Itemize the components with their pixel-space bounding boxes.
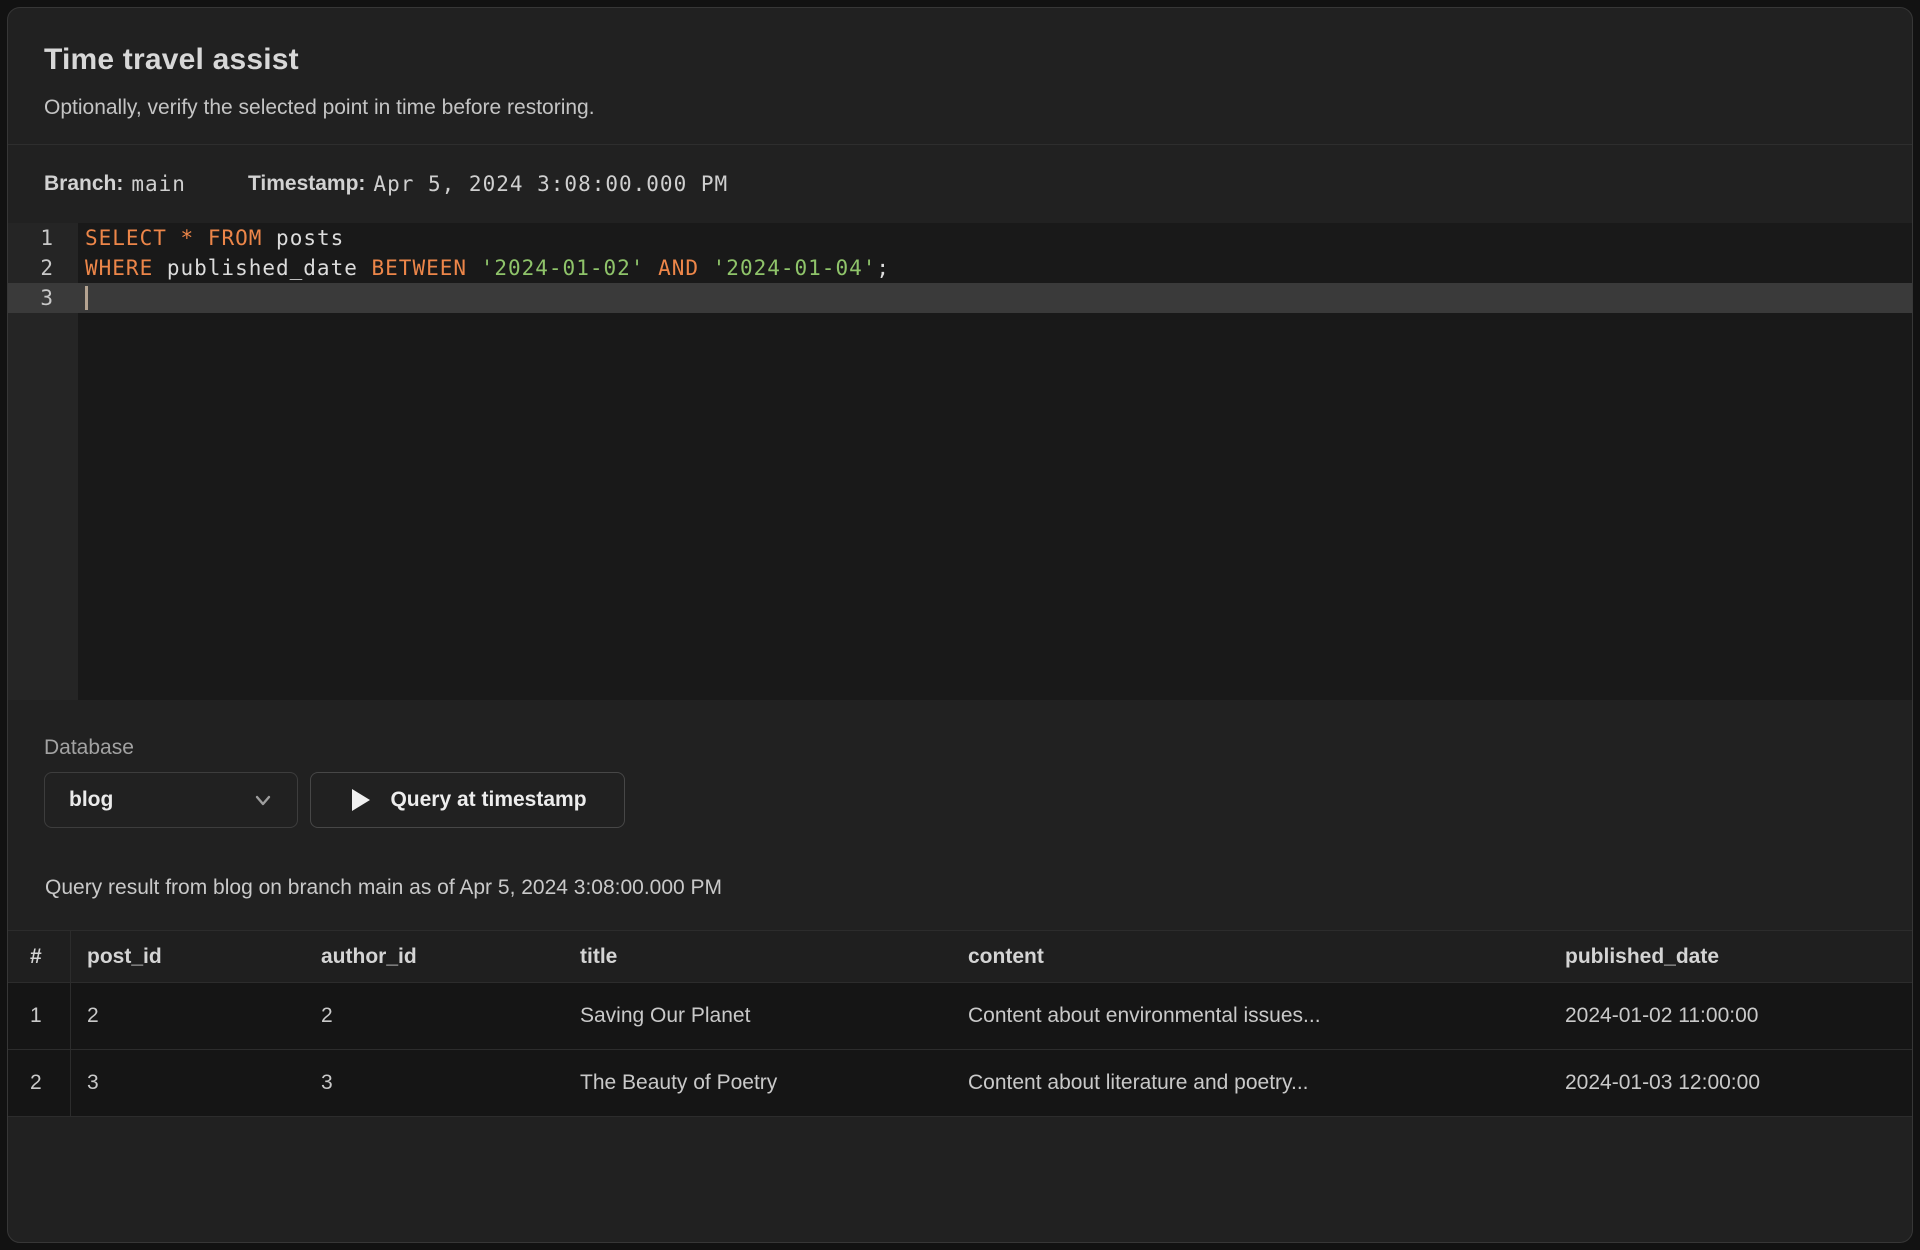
code-line[interactable]: WHERE published_date BETWEEN '2024-01-02…	[78, 253, 1912, 283]
database-label: Database	[44, 736, 1912, 760]
table-cell: 2	[8, 1050, 71, 1116]
column-header: #	[8, 931, 71, 982]
play-icon	[348, 787, 372, 813]
sql-token-keyword: WHERE	[85, 256, 153, 280]
sql-token-plain: posts	[262, 226, 344, 250]
editor-line[interactable]: 2WHERE published_date BETWEEN '2024-01-0…	[8, 253, 1912, 283]
code-line[interactable]: SELECT * FROM posts	[78, 223, 1912, 253]
query-at-timestamp-button[interactable]: Query at timestamp	[310, 772, 625, 828]
panel-header: Time travel assist Optionally, verify th…	[8, 8, 1912, 120]
table-cell: Saving Our Planet	[564, 1004, 952, 1028]
table-cell: 2024-01-03 12:00:00	[1549, 1071, 1912, 1095]
page-subtitle: Optionally, verify the selected point in…	[44, 96, 1876, 120]
table-body: 122Saving Our PlanetContent about enviro…	[8, 983, 1912, 1117]
editor-gutter	[8, 313, 78, 700]
editor-lines: 1SELECT * FROM posts2WHERE published_dat…	[8, 223, 1912, 313]
sql-token-plain	[699, 256, 713, 280]
line-number: 2	[8, 253, 78, 283]
sql-token-keyword: BETWEEN	[372, 256, 468, 280]
table-row: 122Saving Our PlanetContent about enviro…	[8, 983, 1912, 1050]
table-cell: The Beauty of Poetry	[564, 1071, 952, 1095]
text-cursor	[85, 286, 88, 310]
result-table: #post_idauthor_idtitlecontentpublished_d…	[8, 930, 1912, 1117]
table-cell: 2	[305, 1004, 564, 1028]
sql-token-keyword: SELECT	[85, 226, 167, 250]
column-header: author_id	[305, 945, 564, 969]
table-cell: 2	[71, 1004, 305, 1028]
sql-token-plain: published_date	[153, 256, 371, 280]
database-select[interactable]: blog	[44, 772, 298, 828]
branch-group: Branch: main	[44, 172, 186, 196]
table-cell: 2024-01-02 11:00:00	[1549, 1004, 1912, 1028]
editor-empty-area[interactable]	[8, 313, 1912, 700]
query-button-label: Query at timestamp	[390, 788, 586, 812]
table-row: 233The Beauty of PoetryContent about lit…	[8, 1050, 1912, 1117]
editor-line[interactable]: 1SELECT * FROM posts	[8, 223, 1912, 253]
column-header: post_id	[71, 945, 305, 969]
sql-token-plain	[167, 226, 181, 250]
database-select-value: blog	[69, 788, 253, 812]
sql-token-keyword: FROM	[208, 226, 263, 250]
editor-body[interactable]	[78, 313, 1912, 700]
sql-token-string: '2024-01-04'	[713, 256, 877, 280]
table-cell: 3	[71, 1071, 305, 1095]
table-cell: 3	[305, 1071, 564, 1095]
editor-line[interactable]: 3	[8, 283, 1912, 313]
table-cell: Content about literature and poetry...	[952, 1071, 1549, 1095]
timestamp-group: Timestamp: Apr 5, 2024 3:08:00.000 PM	[248, 172, 728, 196]
query-result-caption: Query result from blog on branch main as…	[8, 876, 1912, 900]
query-controls: blog Query at timestamp	[44, 772, 1912, 828]
table-cell: 1	[8, 983, 71, 1049]
line-number: 1	[8, 223, 78, 253]
sql-token-keyword: *	[181, 226, 195, 250]
branch-value: main	[131, 172, 186, 196]
sql-token-plain	[644, 256, 658, 280]
sql-token-keyword: AND	[658, 256, 699, 280]
time-travel-assist-panel: Time travel assist Optionally, verify th…	[7, 7, 1913, 1243]
timestamp-value: Apr 5, 2024 3:08:00.000 PM	[373, 172, 728, 196]
column-header: content	[952, 945, 1549, 969]
chevron-down-icon	[253, 790, 273, 810]
sql-token-string: '2024-01-02'	[481, 256, 645, 280]
branch-label: Branch:	[44, 172, 123, 196]
table-cell: Content about environmental issues...	[952, 1004, 1549, 1028]
table-header-row: #post_idauthor_idtitlecontentpublished_d…	[8, 930, 1912, 983]
sql-token-plain	[467, 256, 481, 280]
sql-token-plain	[194, 226, 208, 250]
timestamp-label: Timestamp:	[248, 172, 365, 196]
line-number: 3	[8, 283, 78, 313]
sql-token-plain: ;	[876, 256, 890, 280]
database-section: Database blog Query at timestamp	[8, 736, 1912, 828]
sql-editor[interactable]: 1SELECT * FROM posts2WHERE published_dat…	[8, 223, 1912, 700]
column-header: published_date	[1549, 945, 1912, 969]
page-title: Time travel assist	[44, 40, 1876, 80]
code-line[interactable]	[78, 283, 1912, 313]
branch-timestamp-bar: Branch: main Timestamp: Apr 5, 2024 3:08…	[8, 145, 1912, 223]
column-header: title	[564, 945, 952, 969]
